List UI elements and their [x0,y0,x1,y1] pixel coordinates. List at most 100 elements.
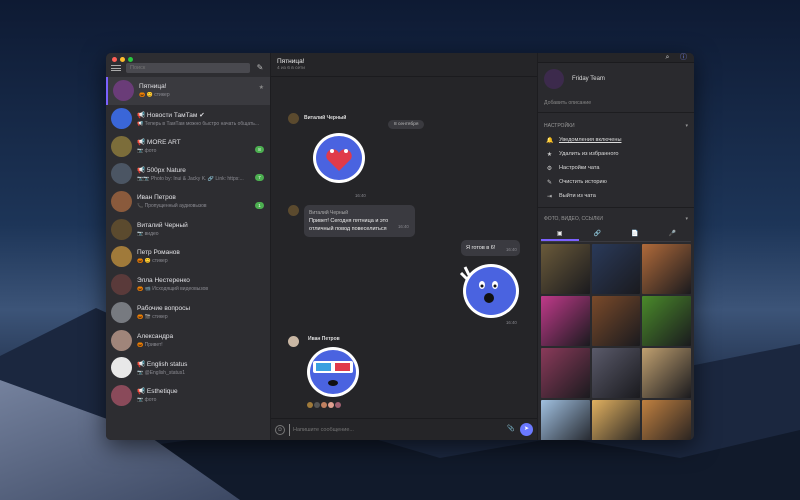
chat-list: Пятница! 🎃 😊 стикер ★ 📢 Новости ТамТам ✔ … [106,77,270,440]
conversation-header[interactable]: Пятница! 4 из 6 в сети [271,53,537,77]
settings-item[interactable]: ✎ Очистить историю [538,175,694,189]
hamburger-menu-icon[interactable] [111,63,121,73]
settings-item-label: Удалить из избранного [559,151,619,157]
media-thumbnail[interactable] [541,296,590,346]
settings-item[interactable]: 🔔 Уведомления включены [538,133,694,147]
chat-list-item[interactable]: Пятница! 🎃 😊 стикер ★ [106,77,270,105]
chat-avatar [111,357,132,379]
message-input[interactable] [289,423,502,436]
chat-avatar [113,80,134,102]
info-icon[interactable]: ⓘ [679,53,688,62]
files-tab-icon[interactable]: 📄 [616,228,654,241]
zoom-button[interactable] [128,57,133,62]
conversation-title: Пятница! [277,58,305,65]
media-thumbnail[interactable] [642,296,691,346]
chat-name: 📢 Esthetique [137,388,178,396]
media-section: Фото, видео, ссылки ▾ ▣ 🔗 📄 🎤 [538,208,694,440]
message-text: отличный повод повеселиться [309,226,387,232]
chat-list-item[interactable]: 📢 Esthetique 📷 фото [106,382,270,410]
search-input[interactable] [126,63,250,73]
chat-list-item[interactable]: 📢 English status 📷 @English_status1 [106,354,270,382]
chat-preview: 🎃 😊 стикер [137,258,168,265]
audio-tab-icon[interactable]: 🎤 [654,228,692,241]
media-thumbnail[interactable] [591,296,641,346]
add-description-link[interactable]: Добавить описание [544,100,688,106]
media-thumbnail[interactable] [541,244,590,294]
chat-avatar [111,329,132,351]
group-name: Friday Team [572,76,605,82]
search-icon[interactable]: ⌕ [663,53,672,62]
media-thumbnail[interactable] [591,348,641,398]
group-avatar[interactable] [544,69,564,89]
chat-name: 📢 English status [137,360,188,368]
chat-preview: 📞 Пропущенный аудиовызов [137,203,207,210]
chat-list-item[interactable]: Виталий Черный 📷 видео [106,215,270,243]
chat-name: Иван Петров [137,194,176,202]
links-tab-icon[interactable]: 🔗 [579,228,617,241]
media-thumbnail[interactable] [591,400,641,440]
media-thumbnail[interactable] [642,244,691,294]
chat-list-item[interactable]: Александра 🎃 Привет! [106,326,270,354]
reaction-avatars[interactable] [307,402,341,408]
chat-preview: 📷📷 Photo by: Inui & Jacky K. 🔗 Link: htt… [137,175,244,182]
settings-item[interactable]: ⇥ Выйти из чата [538,189,694,203]
avatar[interactable] [288,113,299,124]
date-separator: 8 сентября [388,120,425,129]
bell-icon: 🔔 [546,137,554,144]
photos-tab-icon[interactable]: ▣ [541,228,579,241]
send-button[interactable]: ➤ [520,423,533,436]
collapse-icon: ▾ [685,123,688,129]
conversation-subtitle: 4 из 6 в сети [277,66,305,71]
settings-item[interactable]: ★ Удалить из избранного [538,147,694,161]
emoji-icon[interactable]: ☺ [275,424,285,435]
chat-info-panel: ⌕ ⓘ Friday Team Добавить описание Настро… [538,53,694,440]
message-bubble: Виталий Черный Привет! Сегодня пятница и… [304,205,415,237]
chat-name: Пятница! [139,83,167,91]
close-button[interactable] [112,57,117,62]
3d-glasses-sticker[interactable] [305,345,361,401]
message-text: Привет! Сегодня пятница и это [309,218,389,224]
chat-preview: 🎃 📹 Исходящий видеовызов [137,286,209,293]
gear-icon: ⚙ [546,165,553,172]
media-thumbnail[interactable] [591,244,641,294]
settings-item-label: Настройки чата [559,165,600,171]
avatar[interactable] [288,336,299,347]
settings-header[interactable]: Настройки ▾ [538,119,694,133]
chat-list-panel: ✎ Пятница! 🎃 😊 стикер ★ 📢 Новости ТамТам … [106,53,271,440]
chat-list-item[interactable]: 📢 MORE ART 📷 фото 8 [106,132,270,160]
chat-list-item[interactable]: 📢 500px Nature 📷📷 Photo by: Inui & Jacky… [106,160,270,188]
chat-list-item[interactable]: 📢 Новости ТамТам ✔ 📢 Теперь в ТамТам мож… [106,105,270,133]
chat-avatar [111,274,132,296]
media-header[interactable]: Фото, видео, ссылки ▾ [538,212,694,226]
media-thumbnail[interactable] [642,348,691,398]
message-time: 16:40 [398,224,409,229]
settings-item-label: Очистить историю [559,179,607,185]
monster-sticker[interactable] [457,259,521,323]
pinned-icon: ★ [258,85,264,91]
minimize-button[interactable] [120,57,125,62]
chat-preview: 📷 фото [137,148,157,155]
message-time: 16:40 [355,193,366,198]
chat-list-item[interactable]: Петр Романов 🎃 😊 стикер [106,243,270,271]
message-author: Виталий Черный [309,210,349,216]
chat-preview: 📷 @English_status1 [137,369,185,376]
message-author: Иван Петров [308,336,340,342]
chat-preview: 📢 Теперь в ТамТам можно быстро начать об… [137,120,260,127]
avatar[interactable] [288,205,299,216]
compose-icon[interactable]: ✎ [255,63,265,73]
media-thumbnail[interactable] [642,400,691,440]
chat-name: 📢 500px Nature [137,166,186,174]
chat-list-item[interactable]: Элла Нестеренко 🎃 📹 Исходящий видеовызов [106,271,270,299]
media-grid [538,244,694,440]
media-thumbnail[interactable] [541,400,590,440]
heart-sticker[interactable] [311,131,367,187]
conversation-panel: Пятница! 4 из 6 в сети 8 сентября Витали… [271,53,538,440]
group-profile: Friday Team Добавить описание [538,63,694,113]
attach-icon[interactable]: 📎 [506,425,516,435]
media-thumbnail[interactable] [541,348,590,398]
chat-list-item[interactable]: Рабочие вопросы 🎃 🎬 стикер [106,299,270,327]
chat-name: 📢 Новости ТамТам ✔ [137,111,205,119]
exit-icon: ⇥ [546,193,553,200]
chat-list-item[interactable]: Иван Петров 📞 Пропущенный аудиовызов 1 [106,188,270,216]
settings-item[interactable]: ⚙ Настройки чата [538,161,694,175]
